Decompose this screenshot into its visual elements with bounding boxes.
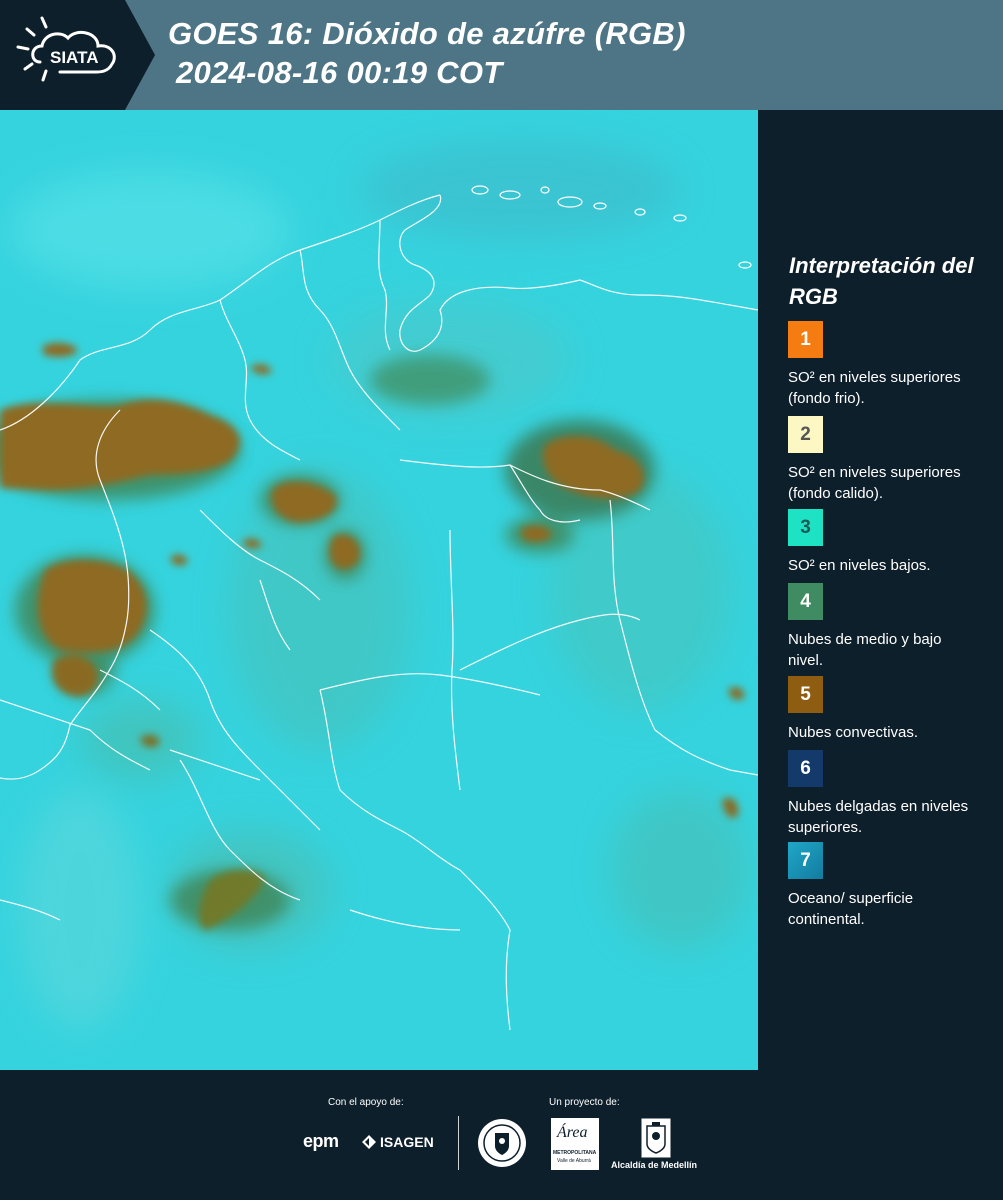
legend-swatch: 5 [788, 676, 823, 713]
legend-title: Interpretación del RGB [789, 253, 974, 309]
legend-item-5: 5 Nubes convectivas. [788, 676, 998, 743]
area-metropolitana-logo: Área METROPOLITANA Valle de Aburrá [551, 1118, 599, 1170]
legend-swatch: 7 [788, 842, 823, 879]
legend-label: SO² en niveles superiores (fondo calido)… [788, 464, 961, 502]
legend-panel: Interpretación del RGB 1 SO² en niveles … [760, 110, 1003, 1068]
legend-swatch: 3 [788, 509, 823, 546]
legend-label: SO² en niveles superiores (fondo frio). [788, 369, 961, 407]
satellite-map [0, 110, 758, 1070]
footer: Con el apoyo de: Un proyecto de: epm ISA… [0, 1070, 1003, 1200]
page-timestamp: 2024-08-16 00:19 COT [176, 55, 503, 90]
support-label: Con el apoyo de: [328, 1097, 404, 1108]
page-title: GOES 16: Dióxido de azúfre (RGB) [168, 16, 686, 51]
siata-logo: SIATA [0, 0, 155, 110]
legend-item-6: 6 Nubes delgadas en niveles superiores. [788, 750, 998, 838]
header: SIATA GOES 16: Dióxido de azúfre (RGB) 2… [0, 0, 1003, 110]
epm-logo: epm [303, 1131, 339, 1151]
medellin-seal-logo [477, 1118, 527, 1173]
project-label: Un proyecto de: [549, 1097, 620, 1108]
legend-swatch: 6 [788, 750, 823, 787]
isagen-logo: ISAGEN [361, 1134, 434, 1150]
legend-swatch: 4 [788, 583, 823, 620]
legend-swatch: 2 [788, 416, 823, 453]
legend-label: Oceano/ superficie continental. [788, 890, 914, 928]
legend-item-1: 1 SO² en niveles superiores (fondo frio)… [788, 321, 998, 409]
legend-item-3: 3 SO² en niveles bajos. [788, 509, 998, 576]
alcaldia-crest-logo [641, 1118, 671, 1163]
alcaldia-label: Alcaldía de Medellín [611, 1160, 698, 1170]
footer-divider [458, 1116, 459, 1170]
svg-text:SIATA: SIATA [50, 48, 98, 67]
legend-swatch: 1 [788, 321, 823, 358]
legend-label: SO² en niveles bajos. [788, 557, 931, 574]
legend-label: Nubes convectivas. [788, 724, 919, 741]
legend-label: Nubes de medio y bajo nivel. [788, 631, 942, 669]
isagen-icon [362, 1135, 376, 1149]
legend-item-4: 4 Nubes de medio y bajo nivel. [788, 583, 998, 671]
legend-label: Nubes delgadas en niveles superiores. [788, 798, 969, 836]
legend-item-2: 2 SO² en niveles superiores (fondo calid… [788, 416, 998, 514]
legend-item-7: 7 Oceano/ superficie continental. [788, 842, 998, 930]
